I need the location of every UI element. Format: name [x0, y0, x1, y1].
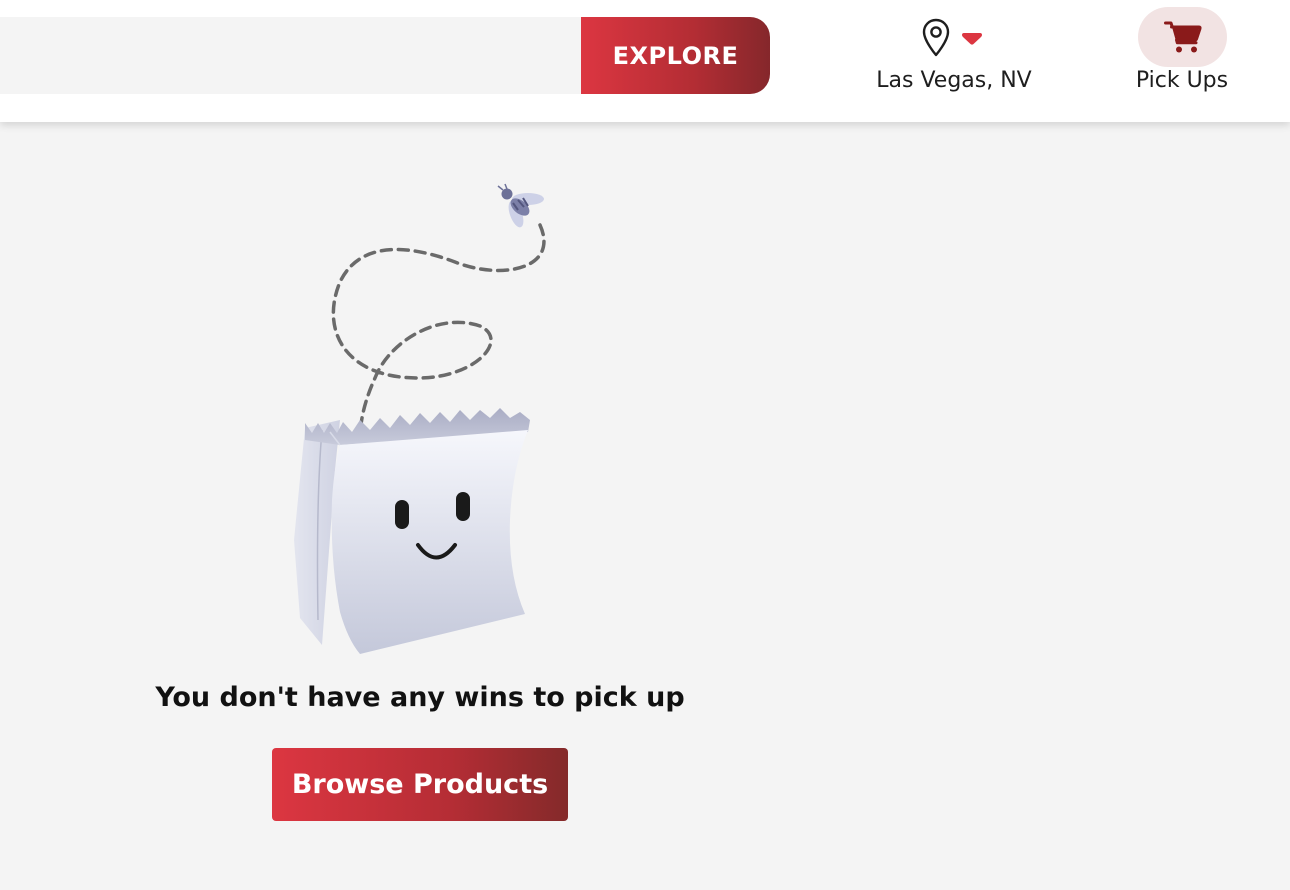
empty-bag-illustration: [294, 183, 546, 654]
browse-products-button[interactable]: Browse Products: [272, 748, 568, 821]
paper-bag-icon: [294, 408, 530, 654]
shopping-cart-icon: [1163, 21, 1202, 53]
bee-icon: [497, 183, 544, 228]
explore-button[interactable]: EXPLORE: [581, 17, 770, 94]
map-pin-icon: [922, 18, 950, 57]
empty-state-message: You don't have any wins to pick up: [155, 682, 685, 713]
cart-icon-container: [1138, 7, 1227, 67]
caret-down-icon: [962, 33, 982, 45]
pickups-label: Pick Ups: [1135, 68, 1229, 93]
bee-flight-path: [331, 223, 546, 442]
search-input[interactable]: [0, 17, 600, 94]
pickups-button[interactable]: Pick Ups: [1124, 6, 1240, 106]
top-header: EXPLORE Las Vegas, NV Pick Ups: [0, 0, 1290, 122]
location-label: Las Vegas, NV: [876, 68, 1032, 93]
location-selector[interactable]: Las Vegas, NV: [868, 16, 1040, 106]
